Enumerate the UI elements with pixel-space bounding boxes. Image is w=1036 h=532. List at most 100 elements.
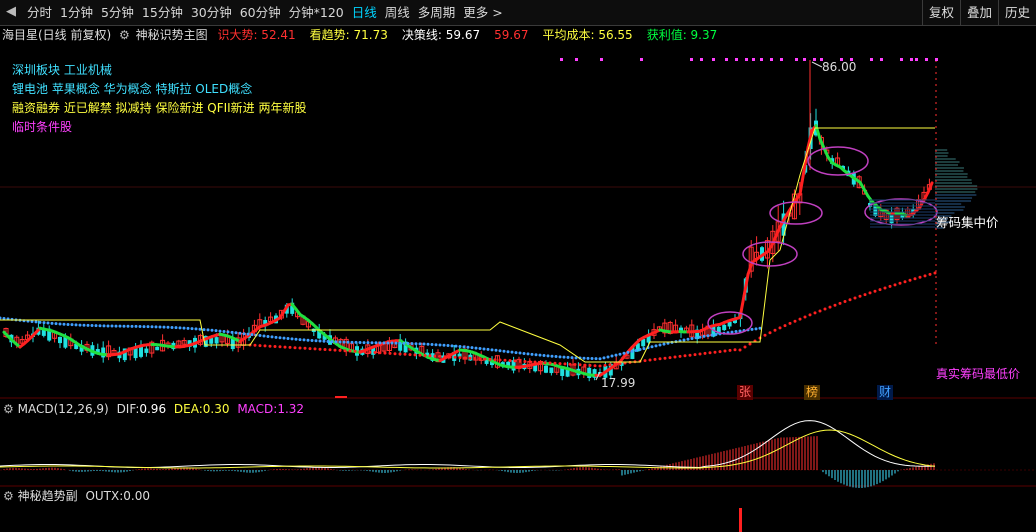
- blue-dot: [262, 334, 266, 338]
- red-dot: [878, 288, 882, 292]
- blue-dot: [178, 326, 182, 330]
- red-dot: [923, 274, 927, 278]
- blue-dot: [622, 351, 626, 355]
- blue-dot: [614, 353, 618, 357]
- red-dot: [283, 345, 287, 349]
- blue-dot: [526, 352, 530, 356]
- signal-dot: [700, 58, 703, 61]
- signal-dot: [745, 58, 748, 61]
- blue-dot: [114, 324, 118, 328]
- blue-dot: [442, 343, 446, 347]
- signal-dot: [880, 58, 883, 61]
- macd-name[interactable]: MACD(12,26,9): [18, 402, 109, 416]
- red-dot: [838, 301, 842, 305]
- red-dot: [543, 361, 547, 365]
- blue-dot: [370, 341, 374, 345]
- blue-dot: [474, 346, 478, 350]
- outx-bar: [739, 508, 742, 532]
- red-dot: [593, 364, 597, 368]
- red-dot: [428, 354, 432, 358]
- blue-dot: [410, 342, 414, 346]
- red-dot: [538, 360, 542, 364]
- signal-dot: [780, 58, 783, 61]
- red-dot: [853, 296, 857, 300]
- blue-dot: [290, 337, 294, 341]
- event-marker-cai[interactable]: 财: [877, 385, 893, 400]
- red-dot: [708, 351, 712, 355]
- blue-dot: [394, 341, 398, 345]
- blue-dot: [146, 325, 150, 329]
- blue-dot: [138, 325, 142, 329]
- red-dot: [373, 351, 377, 354]
- event-marker-bang[interactable]: 榜: [804, 385, 820, 400]
- red-dot: [358, 350, 362, 354]
- blue-dot: [186, 326, 190, 330]
- red-dot: [653, 357, 657, 361]
- volume-marker: [335, 396, 347, 398]
- sub-indicator-name[interactable]: 神秘趋势副: [18, 489, 78, 503]
- red-dot: [583, 363, 587, 367]
- red-dot: [693, 353, 697, 357]
- blue-dot: [342, 340, 346, 344]
- blue-dot: [354, 340, 358, 344]
- signal-dot: [752, 58, 755, 61]
- red-dot: [798, 317, 802, 321]
- blue-dot: [270, 335, 274, 339]
- red-dot: [868, 291, 872, 295]
- red-dot: [663, 356, 667, 360]
- blue-dot: [74, 323, 78, 327]
- blue-dot: [366, 341, 370, 345]
- red-dot: [893, 283, 897, 287]
- red-dot: [673, 355, 677, 359]
- blue-dot: [358, 341, 362, 345]
- red-dot: [873, 289, 877, 293]
- macd-gear-icon[interactable]: ⚙: [0, 402, 14, 416]
- blue-dot: [386, 341, 390, 345]
- blue-dot: [590, 357, 594, 361]
- sub-indicator-title-row: ⚙ 神秘趋势副 OUTX:0.00: [0, 488, 150, 504]
- blue-dot: [606, 355, 610, 359]
- red-dot: [268, 344, 272, 348]
- macd-dea-line: [0, 429, 936, 469]
- blue-dot: [214, 329, 218, 333]
- blue-dot: [218, 329, 222, 333]
- red-dot: [698, 352, 702, 356]
- blue-dot: [662, 342, 666, 346]
- blue-dot: [362, 341, 366, 345]
- blue-dot: [378, 341, 382, 345]
- red-dot: [393, 352, 397, 356]
- sub-gear-icon[interactable]: ⚙: [0, 489, 14, 503]
- blue-dot: [702, 334, 706, 338]
- red-dot: [788, 321, 792, 325]
- blue-dot: [210, 328, 214, 332]
- red-dot: [513, 359, 517, 363]
- red-dot: [528, 360, 532, 364]
- blue-dot: [34, 320, 38, 324]
- red-dot: [683, 354, 687, 358]
- blue-dot: [246, 332, 250, 336]
- red-dot: [718, 350, 722, 354]
- red-dot: [928, 272, 932, 276]
- red-dot: [503, 358, 507, 362]
- red-dot: [288, 345, 292, 349]
- event-marker-zhang[interactable]: 张: [737, 385, 753, 400]
- blue-dot: [294, 337, 298, 341]
- blue-dot: [734, 330, 738, 334]
- red-dot: [313, 347, 317, 351]
- blue-dot: [314, 339, 318, 343]
- blue-dot: [182, 326, 186, 330]
- signal-dot: [640, 58, 643, 61]
- concept-line-3: 融资融券 近已解禁 拟减持 保险新进 QFII新进 两年新股: [12, 101, 307, 115]
- red-dot: [588, 363, 592, 367]
- high-price-label: 86.00: [822, 60, 857, 74]
- blue-dot: [654, 344, 658, 348]
- blue-dot: [690, 337, 694, 341]
- candle-body: [144, 348, 149, 353]
- blue-dot: [698, 335, 702, 339]
- blue-dot: [626, 350, 630, 354]
- blue-dot: [398, 341, 402, 345]
- red-dot: [438, 354, 442, 358]
- red-dot: [658, 357, 662, 361]
- blue-dot: [150, 325, 154, 329]
- blue-dot: [510, 350, 514, 354]
